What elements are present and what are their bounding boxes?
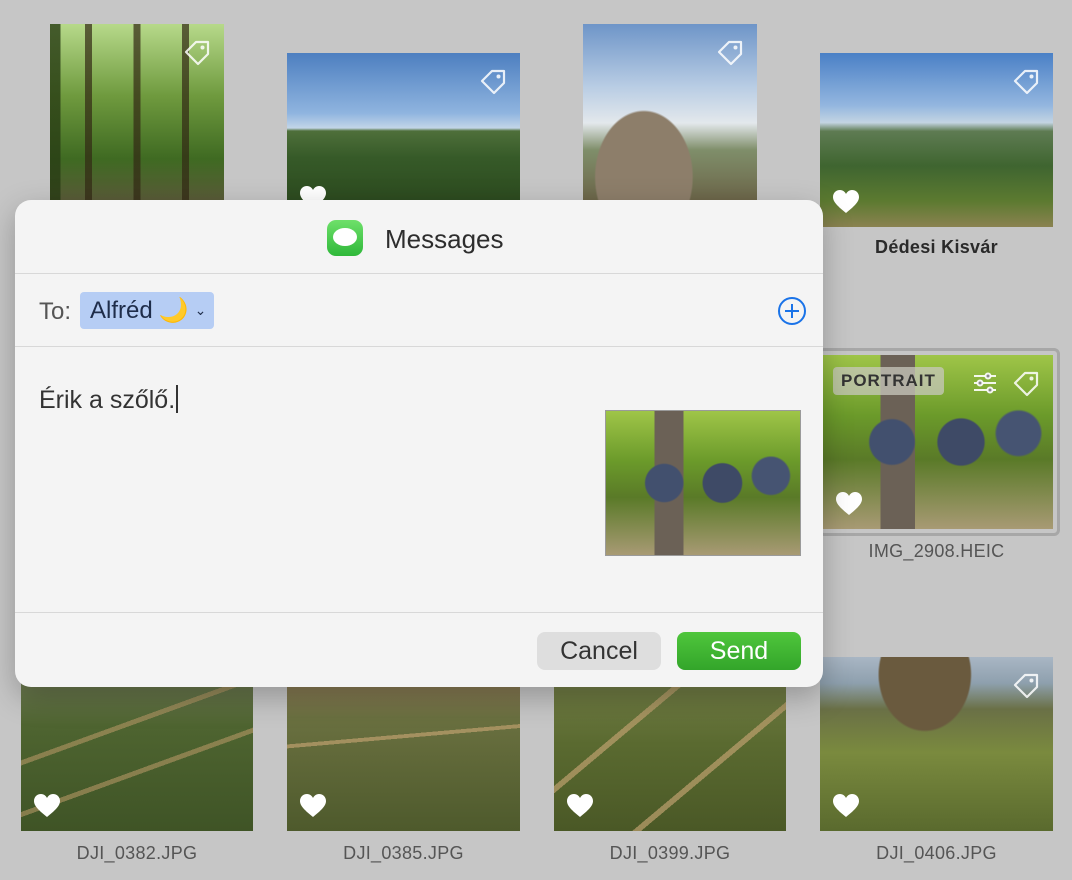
messages-share-dialog: Messages To: Alfréd 🌙 ⌄ Érik a szőlő. Ca… — [15, 200, 823, 687]
heart-icon[interactable] — [299, 793, 327, 819]
message-body[interactable]: Érik a szőlő. — [15, 347, 823, 613]
attachment-thumbnail[interactable] — [605, 410, 801, 556]
chevron-down-icon[interactable]: ⌄ — [195, 302, 207, 319]
to-field-row: To: Alfréd 🌙 ⌄ — [15, 274, 823, 347]
dialog-header: Messages — [15, 200, 823, 274]
photo-grapes[interactable]: PORTRAIT — [823, 355, 1053, 529]
photo-valley[interactable] — [287, 53, 520, 203]
photo-caption: Dédesi Kisvár — [875, 237, 998, 257]
portrait-badge: PORTRAIT — [833, 367, 944, 395]
tag-icon[interactable] — [1011, 671, 1041, 701]
dialog-title: Messages — [385, 224, 504, 254]
message-input[interactable]: Érik a szőlő. — [39, 385, 179, 415]
heart-icon[interactable] — [566, 793, 594, 819]
photo-caption: IMG_2908.HEIC — [868, 541, 1005, 561]
recipient-name: Alfréd — [90, 296, 153, 324]
to-label: To: — [39, 298, 72, 325]
heart-icon[interactable] — [835, 491, 863, 517]
send-button[interactable]: Send — [677, 632, 801, 670]
adjust-icon[interactable] — [971, 369, 999, 397]
add-circle-icon[interactable] — [777, 296, 807, 326]
tag-icon[interactable] — [478, 67, 508, 97]
tag-icon[interactable] — [182, 38, 212, 68]
heart-icon[interactable] — [832, 793, 860, 819]
dialog-footer: Cancel Send — [15, 614, 823, 687]
cancel-button[interactable]: Cancel — [537, 632, 661, 670]
heart-icon[interactable] — [33, 793, 61, 819]
tag-icon[interactable] — [1011, 369, 1041, 399]
photo-caption: DJI_0399.JPG — [609, 843, 731, 863]
heart-icon[interactable] — [832, 189, 860, 215]
messages-app-icon — [327, 220, 363, 256]
photo-rock[interactable] — [583, 24, 757, 204]
photo-forest[interactable] — [50, 24, 224, 204]
photo-caption: DJI_0382.JPG — [76, 843, 198, 863]
recipient-chip[interactable]: Alfréd 🌙 ⌄ — [80, 292, 215, 329]
photo-caption: DJI_0406.JPG — [876, 843, 997, 863]
recipient-emoji: 🌙 — [158, 297, 189, 324]
photo-dedesi-kisvar[interactable] — [820, 53, 1053, 227]
tag-icon[interactable] — [1011, 67, 1041, 97]
photo-dji-0406[interactable] — [820, 657, 1053, 831]
photo-caption: DJI_0385.JPG — [343, 843, 464, 863]
tag-icon[interactable] — [715, 38, 745, 68]
